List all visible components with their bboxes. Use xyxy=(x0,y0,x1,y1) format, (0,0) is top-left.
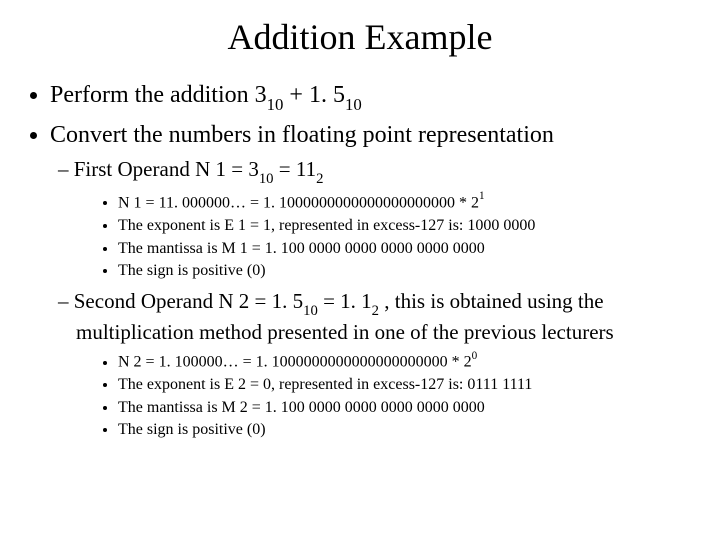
list-item: N 2 = 1. 100000… = 1. 100000000000000000… xyxy=(118,350,692,373)
bullet-list: Perform the addition 310 + 1. 510 Conver… xyxy=(28,80,692,441)
slide-title: Addition Example xyxy=(28,16,692,58)
text: + 1. 5 xyxy=(283,82,345,108)
superscript: 1 xyxy=(479,190,485,202)
text: Second Operand N 2 = 1. 5 xyxy=(74,289,303,313)
list-item: The sign is positive (0) xyxy=(118,419,692,441)
text: First Operand N 1 = 3 xyxy=(74,157,259,181)
subscript: 10 xyxy=(303,303,318,319)
list-item: The mantissa is M 1 = 1. 100 0000 0000 0… xyxy=(118,238,692,260)
subscript: 10 xyxy=(267,95,284,114)
list-item: The sign is positive (0) xyxy=(118,260,692,282)
list-item: The exponent is E 2 = 0, represented in … xyxy=(118,374,692,396)
list-item: The exponent is E 1 = 1, represented in … xyxy=(118,215,692,237)
second-operand: Second Operand N 2 = 1. 510 = 1. 12 , th… xyxy=(76,288,692,441)
list-item: N 1 = 11. 000000… = 1. 10000000000000000… xyxy=(118,191,692,214)
list-item: The mantissa is M 2 = 1. 100 0000 0000 0… xyxy=(118,397,692,419)
subscript: 2 xyxy=(372,303,379,319)
text: Perform the addition 3 xyxy=(50,82,267,108)
sub-list: First Operand N 1 = 310 = 112 N 1 = 11. … xyxy=(50,156,692,441)
subscript: 10 xyxy=(345,95,362,114)
detail-list: N 2 = 1. 100000… = 1. 100000000000000000… xyxy=(76,350,692,441)
bullet-convert: Convert the numbers in floating point re… xyxy=(50,120,692,441)
detail-list: N 1 = 11. 000000… = 1. 10000000000000000… xyxy=(76,191,692,282)
text: N 2 = 1. 100000… = 1. 100000000000000000… xyxy=(118,354,472,371)
superscript: 0 xyxy=(472,350,478,362)
text: = 11 xyxy=(274,157,317,181)
slide: Addition Example Perform the addition 31… xyxy=(0,0,720,540)
subscript: 2 xyxy=(316,171,323,187)
text: N 1 = 11. 000000… = 1. 10000000000000000… xyxy=(118,194,479,211)
first-operand: First Operand N 1 = 310 = 112 N 1 = 11. … xyxy=(76,156,692,282)
text: Convert the numbers in floating point re… xyxy=(50,122,554,148)
text: = 1. 1 xyxy=(318,289,372,313)
subscript: 10 xyxy=(259,171,274,187)
bullet-perform: Perform the addition 310 + 1. 510 xyxy=(50,80,692,114)
